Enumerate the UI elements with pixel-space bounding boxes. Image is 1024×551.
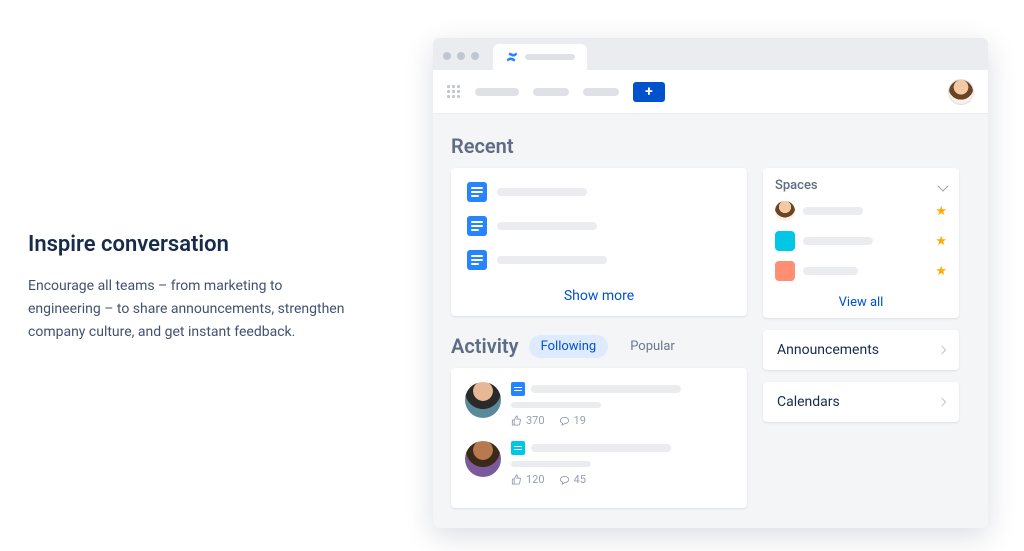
window-dot bbox=[457, 52, 465, 60]
window-controls bbox=[443, 52, 479, 60]
tab-popular[interactable]: Popular bbox=[618, 335, 687, 358]
chevron-down-icon[interactable] bbox=[937, 180, 948, 191]
activity-sub-skeleton bbox=[511, 461, 591, 467]
activity-card: 370 19 bbox=[451, 368, 747, 508]
chevron-right-icon bbox=[938, 346, 946, 354]
space-name-skeleton bbox=[803, 237, 873, 245]
create-button[interactable]: + bbox=[633, 82, 665, 102]
announcements-link[interactable]: Announcements bbox=[763, 330, 959, 370]
recent-card: Show more bbox=[451, 168, 747, 316]
activity-sub-skeleton bbox=[511, 402, 601, 408]
space-avatar bbox=[775, 261, 795, 281]
recent-item[interactable] bbox=[467, 182, 731, 202]
calendars-label: Calendars bbox=[777, 394, 840, 410]
comments-count: 45 bbox=[574, 473, 586, 486]
activity-title-skeleton bbox=[531, 444, 671, 452]
app-window: + Recent bbox=[433, 38, 988, 528]
activity-title: Activity bbox=[451, 334, 519, 358]
app-toolbar: + bbox=[433, 70, 988, 114]
show-more-link[interactable]: Show more bbox=[467, 284, 731, 306]
recent-item-title bbox=[497, 222, 597, 230]
activity-stats: 370 19 bbox=[511, 414, 733, 427]
quote-icon bbox=[511, 441, 525, 455]
right-column: Spaces ★ ★ bbox=[763, 168, 959, 508]
star-icon[interactable]: ★ bbox=[935, 264, 947, 279]
activity-stats: 120 45 bbox=[511, 473, 733, 486]
left-column: Show more Activity Following Popular bbox=[451, 168, 747, 508]
landing-heading: Inspire conversation bbox=[28, 232, 348, 257]
recent-item[interactable] bbox=[467, 250, 731, 270]
space-item[interactable]: ★ bbox=[775, 231, 947, 251]
app-switcher-icon[interactable] bbox=[447, 85, 461, 99]
user-avatar[interactable] bbox=[948, 79, 974, 105]
announcements-label: Announcements bbox=[777, 342, 879, 358]
landing-copy: Inspire conversation Encourage all teams… bbox=[28, 232, 348, 344]
comment-icon bbox=[559, 474, 570, 485]
space-item[interactable]: ★ bbox=[775, 261, 947, 281]
view-all-link[interactable]: View all bbox=[775, 291, 947, 310]
activity-avatar bbox=[465, 441, 501, 477]
recent-item-title bbox=[497, 256, 607, 264]
document-icon bbox=[467, 250, 487, 270]
thumbs-up-icon bbox=[511, 474, 522, 485]
thumbs-up-icon bbox=[511, 415, 522, 426]
comments-stat[interactable]: 45 bbox=[559, 473, 586, 486]
space-avatar bbox=[775, 201, 795, 221]
likes-count: 120 bbox=[526, 473, 545, 486]
document-icon bbox=[467, 182, 487, 202]
document-icon bbox=[467, 216, 487, 236]
spaces-card: Spaces ★ ★ bbox=[763, 168, 959, 318]
recent-item[interactable] bbox=[467, 216, 731, 236]
browser-chrome bbox=[433, 38, 988, 70]
browser-tab[interactable] bbox=[493, 44, 587, 70]
landing-paragraph: Encourage all teams – from marketing to … bbox=[28, 275, 348, 344]
activity-title-skeleton bbox=[531, 385, 681, 393]
activity-item[interactable]: 120 45 bbox=[465, 441, 733, 486]
space-avatar bbox=[775, 231, 795, 251]
comment-icon bbox=[559, 415, 570, 426]
activity-avatar bbox=[465, 382, 501, 418]
likes-stat[interactable]: 120 bbox=[511, 473, 545, 486]
star-icon[interactable]: ★ bbox=[935, 234, 947, 249]
calendars-link[interactable]: Calendars bbox=[763, 382, 959, 422]
space-name-skeleton bbox=[803, 207, 863, 215]
recent-title: Recent bbox=[451, 134, 970, 158]
chevron-right-icon bbox=[938, 398, 946, 406]
space-name-skeleton bbox=[803, 267, 858, 275]
spaces-title: Spaces bbox=[775, 178, 818, 193]
activity-item[interactable]: 370 19 bbox=[465, 382, 733, 427]
nav-skeleton bbox=[475, 88, 519, 96]
activity-header: Activity Following Popular bbox=[451, 334, 747, 358]
nav-skeleton bbox=[533, 88, 569, 96]
comments-count: 19 bbox=[574, 414, 586, 427]
window-dot bbox=[443, 52, 451, 60]
app-content: Recent Show more bbox=[433, 114, 988, 522]
likes-count: 370 bbox=[526, 414, 545, 427]
space-item[interactable]: ★ bbox=[775, 201, 947, 221]
document-icon bbox=[511, 382, 525, 396]
likes-stat[interactable]: 370 bbox=[511, 414, 545, 427]
tab-following[interactable]: Following bbox=[529, 335, 609, 358]
recent-item-title bbox=[497, 188, 587, 196]
window-dot bbox=[471, 52, 479, 60]
star-icon[interactable]: ★ bbox=[935, 204, 947, 219]
tab-title-skeleton bbox=[525, 54, 575, 60]
confluence-icon bbox=[505, 50, 519, 64]
comments-stat[interactable]: 19 bbox=[559, 414, 586, 427]
nav-skeleton bbox=[583, 88, 619, 96]
